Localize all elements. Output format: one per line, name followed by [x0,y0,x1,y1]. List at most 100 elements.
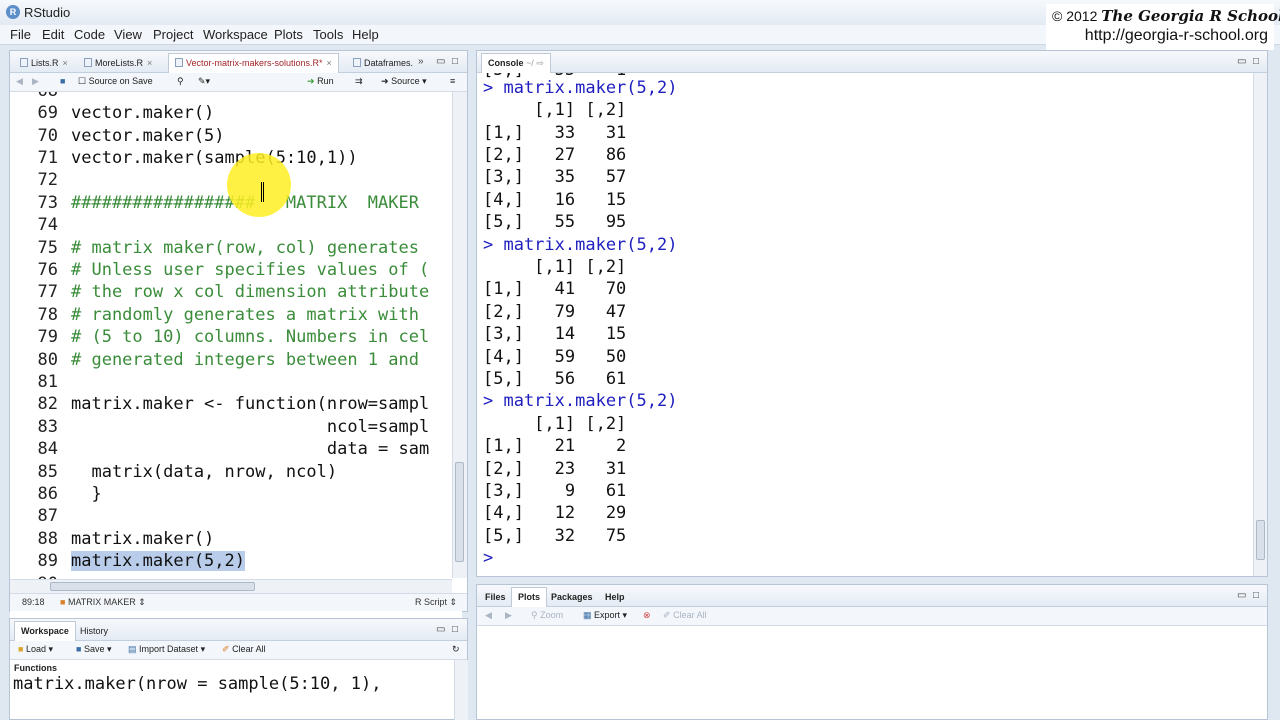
source-arrow-icon: ➜ [381,76,389,86]
cursor-position: 89:18 [22,597,45,607]
console-output[interactable]: [5,] 55 1 > matrix.maker(5,2) [,1] [,2] … [477,73,1253,576]
next-plot-icon[interactable]: ▶ [505,610,512,621]
console-line: [4,] 16 15 [483,190,627,210]
workspace-entry[interactable]: matrix.maker(nrow = sample(5:10, 1), [13,674,381,694]
load-button[interactable]: ■ Load ▾ [18,644,53,655]
r-file-icon [84,58,92,67]
prev-plot-icon[interactable]: ◀ [485,610,492,621]
tab-files[interactable]: Files [479,588,512,607]
console-line: [5,] 56 61 [483,369,627,389]
import-icon: ▤ [128,644,137,654]
code-line: 87 [37,506,58,526]
go-to-directory-icon[interactable]: ⇨ [536,58,544,68]
console-line: [3,] 14 15 [483,324,627,344]
code-line: 78 # randomly generates a matrix with [37,305,419,325]
maximize-icon[interactable]: □ [1253,56,1259,67]
menu-help[interactable]: Help [352,27,379,42]
tab-vector-matrix-makers[interactable]: Vector-matrix-makers-solutions.R* × [168,53,339,73]
rerun-icon[interactable]: ⇉ [355,76,363,87]
console-prompt-input[interactable]: > [483,548,503,570]
outline-icon[interactable]: ≡ [450,76,455,86]
tab-help[interactable]: Help [599,588,631,607]
forward-icon[interactable]: ▶ [32,76,39,87]
console-line: [,1] [,2] [483,100,627,120]
save-icon[interactable]: ■ [60,76,65,86]
save-button[interactable]: ■ Save ▾ [76,644,112,655]
console-line: [3,] 35 57 [483,167,627,187]
maximize-icon[interactable]: □ [452,624,458,635]
more-tabs-icon[interactable]: » [418,56,424,67]
menu-code[interactable]: Code [74,27,105,42]
maximize-icon[interactable]: □ [1253,590,1259,601]
run-button[interactable]: ➜ Run [307,76,334,87]
close-icon[interactable]: × [327,58,332,68]
source-on-save-label: Source on Save [88,76,153,86]
editor-vertical-scrollbar[interactable] [452,92,467,578]
menu-tools[interactable]: Tools [313,27,343,42]
workspace-vertical-scrollbar[interactable] [454,660,468,720]
menu-view[interactable]: View [114,27,142,42]
editor-horizontal-scrollbar[interactable] [10,579,452,594]
back-icon[interactable]: ◀ [16,76,23,87]
code-line: 88 matrix.maker() [37,529,215,549]
console-vertical-scrollbar[interactable] [1253,73,1267,576]
clear-plots-button[interactable]: ✐ Clear All [663,610,707,621]
menu-file[interactable]: File [10,27,31,42]
scope-icon: ■ [60,597,66,607]
close-icon[interactable]: × [63,58,68,68]
code-tools-icon[interactable]: ✎▾ [198,76,210,87]
mouse-cursor-highlight [227,153,291,217]
watermark-url: http://georgia-r-school.org [1084,27,1268,44]
tab-plots[interactable]: Plots [511,587,548,607]
code-line-selected: 89 matrix.maker(5,2) [37,551,245,571]
scrollbar-thumb[interactable] [50,582,255,591]
clear-all-button[interactable]: ✐ Clear All [222,644,266,655]
search-icon[interactable]: ⚲ [177,76,184,87]
code-editor[interactable]: 68 69vector.maker() 70vector.maker(5) 71… [10,92,462,633]
code-line: 79 # (5 to 10) columns. Numbers in cel [37,327,430,347]
tab-workspace[interactable]: Workspace [14,621,76,641]
window-title: RStudio [24,5,71,20]
minimize-icon[interactable]: ▭ [436,56,445,67]
refresh-icon[interactable]: ↻ [452,644,460,655]
menu-edit[interactable]: Edit [42,27,64,42]
r-file-icon [353,58,361,67]
zoom-button[interactable]: ⚲ Zoom [531,610,563,621]
tab-morelists-r[interactable]: MoreLists.R × [78,54,158,73]
minimize-icon[interactable]: ▭ [1237,56,1246,67]
tab-packages[interactable]: Packages [545,588,599,607]
scrollbar-thumb[interactable] [1256,520,1265,560]
import-dataset-button[interactable]: ▤ Import Dataset ▾ [128,644,205,655]
tab-lists-r[interactable]: Lists.R × [14,54,74,73]
minimize-icon[interactable]: ▭ [1237,590,1246,601]
editor-toolbar: ◀ ▶ ■ ☐ Source on Save ⚲ ✎▾ ➜ Run ⇉ ➜ So… [10,73,467,92]
maximize-icon[interactable]: □ [452,56,458,67]
remove-plot-icon[interactable]: ⊗ [643,610,651,621]
console-line: [4,] 59 50 [483,347,627,367]
workspace-pane: Workspace History ▭ □ ■ Load ▾ ■ Save ▾ … [9,618,468,720]
folder-icon: ■ [18,644,24,654]
code-line: 86 } [37,484,102,504]
files-tabbar: Files Plots Packages Help ▭ □ [477,585,1267,607]
console-line: [5,] 32 75 [483,526,627,546]
menu-workspace[interactable]: Workspace [203,27,268,42]
source-on-save-checkbox[interactable]: ☐ Source on Save [78,76,153,87]
scrollbar-thumb[interactable] [455,462,464,562]
editor-statusbar: 89:18 ■ MATRIX MAKER ⇕ R Script ⇕ [10,593,467,611]
rstudio-logo-icon: R [6,5,20,19]
tab-history[interactable]: History [74,622,114,641]
function-scope-dropdown[interactable]: ■ MATRIX MAKER ⇕ [60,597,146,608]
close-icon[interactable]: × [147,58,152,68]
tab-dataframes[interactable]: Dataframes. [347,54,419,73]
console-line: [2,] 23 31 [483,459,627,479]
minimize-icon[interactable]: ▭ [436,624,445,635]
source-button[interactable]: ➜ Source ▾ [381,76,427,87]
code-line: 69 vector.maker() [37,103,215,123]
filetype-dropdown[interactable]: R Script ⇕ [415,597,457,608]
export-button[interactable]: ▦ Export ▾ [583,610,627,621]
ibeam-cursor-icon [261,182,264,202]
tab-console[interactable]: Console ~/ ⇨ [481,53,551,73]
console-path: ~/ [526,58,534,68]
menu-plots[interactable]: Plots [274,27,303,42]
menu-project[interactable]: Project [153,27,193,42]
